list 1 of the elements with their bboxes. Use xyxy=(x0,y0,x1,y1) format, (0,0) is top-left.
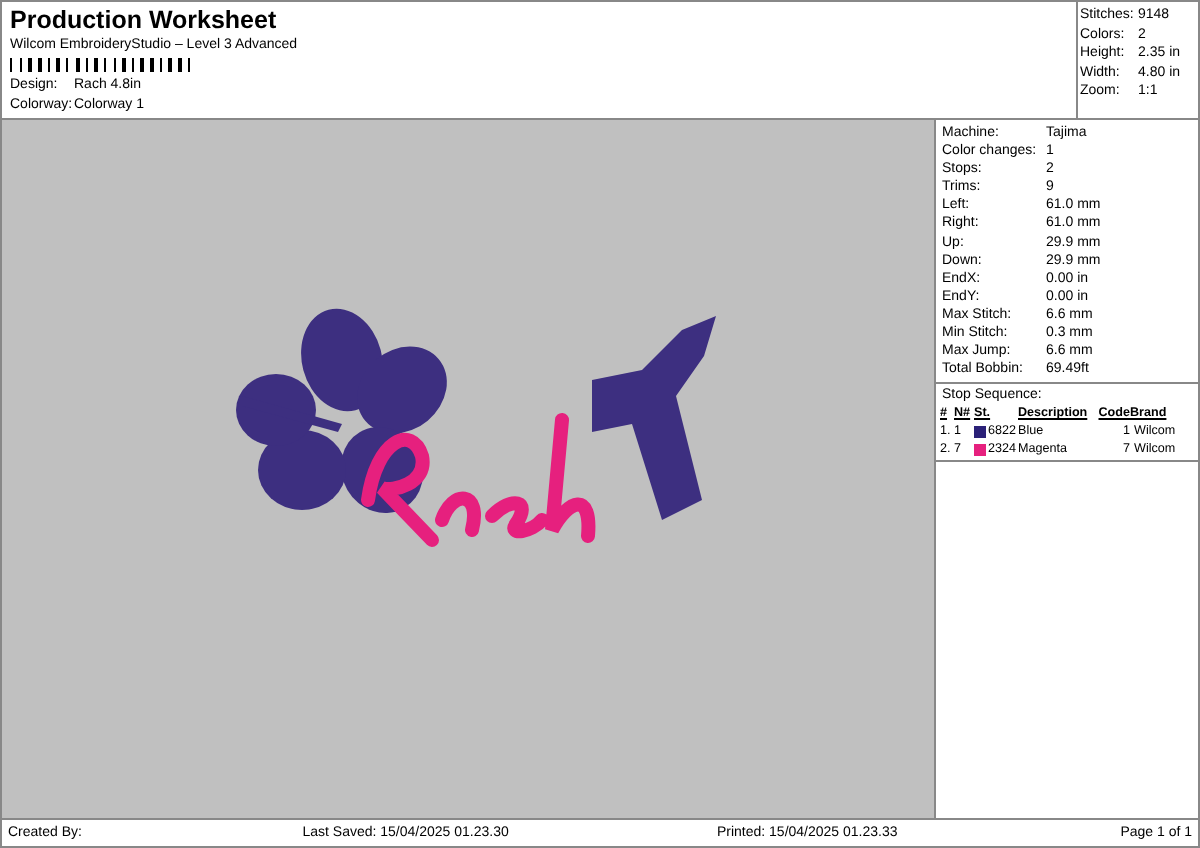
worksheet-title: Production Worksheet xyxy=(10,6,279,34)
